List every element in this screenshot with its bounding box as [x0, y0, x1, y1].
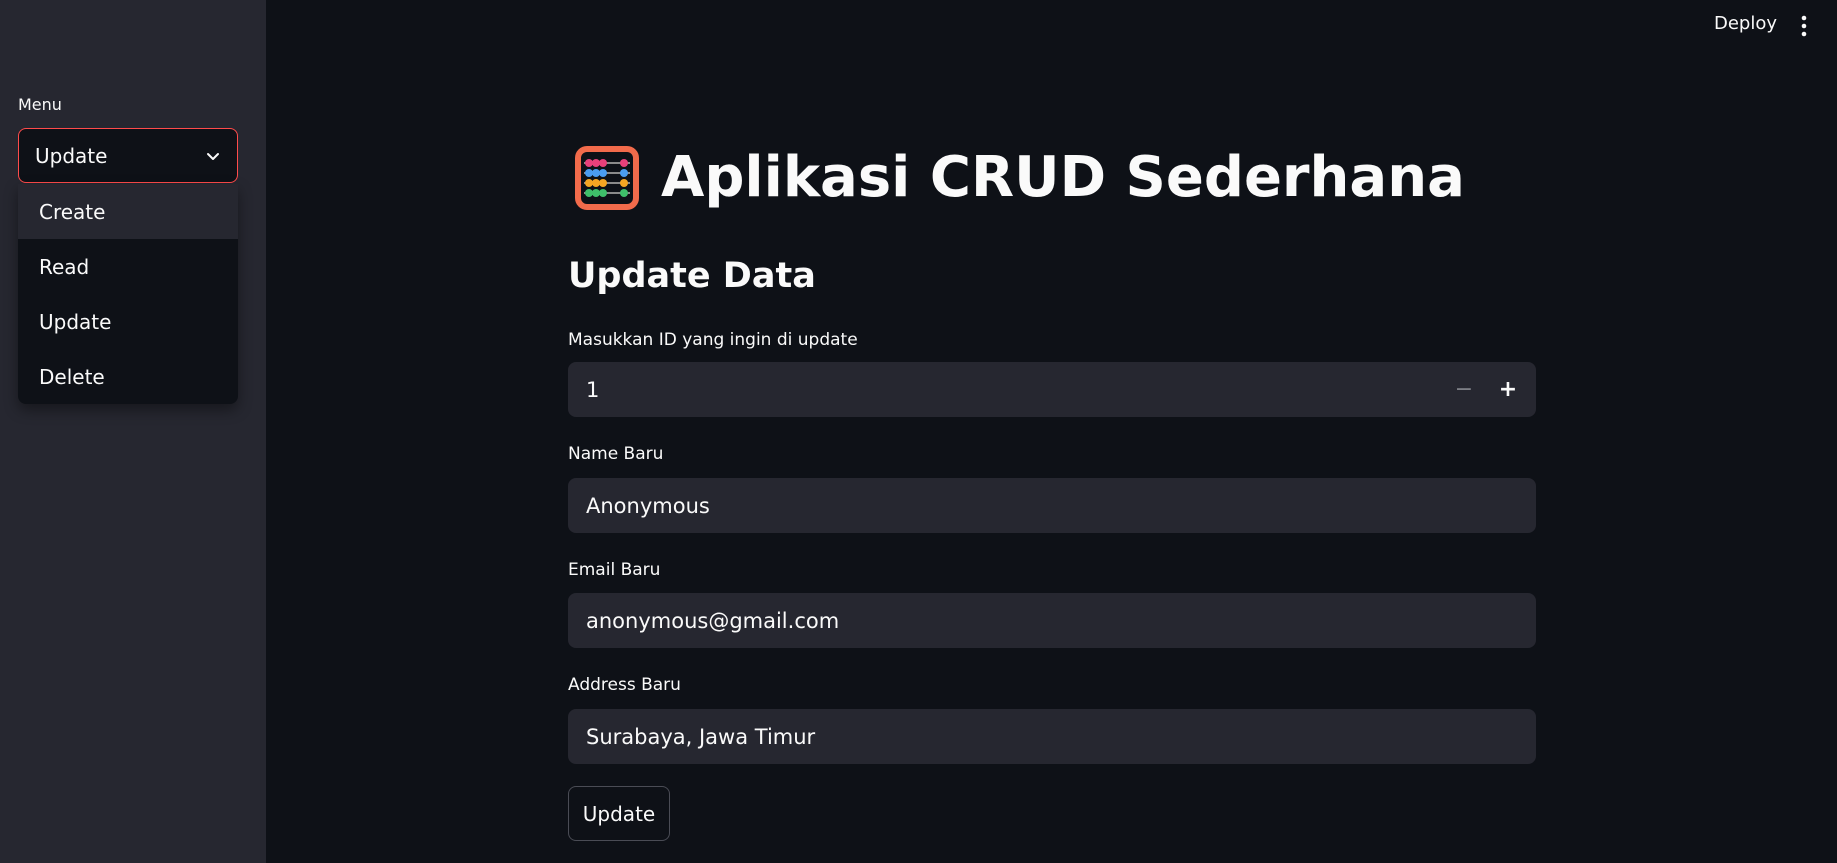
page-title-row: Aplikasi CRUD Sederhana: [575, 145, 1465, 210]
id-number-input[interactable]: 1 − +: [568, 362, 1536, 417]
update-button[interactable]: Update: [568, 786, 670, 841]
id-value: 1: [586, 377, 600, 402]
menu-option-read[interactable]: Read: [18, 239, 238, 294]
menu-option-delete[interactable]: Delete: [18, 349, 238, 404]
address-value: Surabaya, Jawa Timur: [586, 724, 816, 749]
chevron-down-icon: [205, 148, 221, 164]
deploy-button[interactable]: Deploy: [1714, 13, 1777, 34]
menu-option-update[interactable]: Update: [18, 294, 238, 349]
decrement-button[interactable]: −: [1442, 362, 1486, 417]
menu-select-value: Update: [35, 143, 108, 168]
name-input[interactable]: Anonymous: [568, 478, 1536, 533]
address-input[interactable]: Surabaya, Jawa Timur: [568, 709, 1536, 764]
email-input[interactable]: anonymous@gmail.com: [568, 593, 1536, 648]
section-header: Update Data: [568, 256, 816, 296]
name-label: Name Baru: [568, 444, 664, 464]
name-value: Anonymous: [586, 493, 710, 518]
abacus-icon: [575, 145, 639, 210]
menu-option-create[interactable]: Create: [18, 184, 238, 239]
page-title: Aplikasi CRUD Sederhana: [661, 145, 1465, 210]
id-label: Masukkan ID yang ingin di update: [568, 330, 858, 350]
menu-dropdown: Create Read Update Delete: [18, 184, 238, 404]
email-value: anonymous@gmail.com: [586, 608, 840, 633]
address-label: Address Baru: [568, 675, 681, 695]
menu-select[interactable]: Update: [18, 128, 238, 183]
sidebar: Menu Update Create Read Update Delete: [0, 0, 266, 863]
kebab-menu-icon[interactable]: [1797, 14, 1811, 38]
email-label: Email Baru: [568, 560, 661, 580]
increment-button[interactable]: +: [1486, 362, 1530, 417]
menu-label: Menu: [18, 95, 62, 114]
